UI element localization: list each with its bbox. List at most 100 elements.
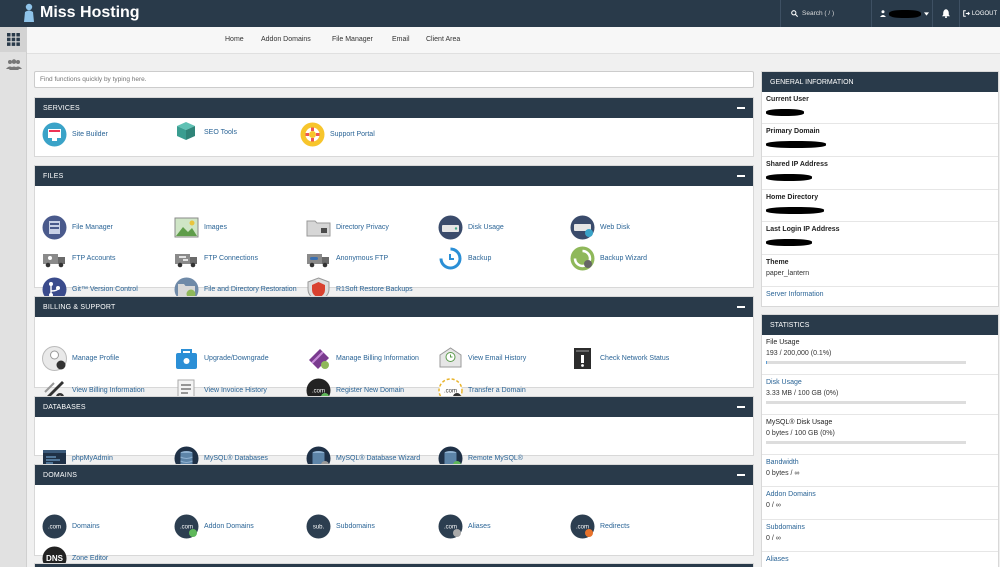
general-information-panel: GENERAL INFORMATION Current User Primary… xyxy=(761,71,999,307)
usage-bar xyxy=(766,401,966,404)
aliases-icon: .com xyxy=(438,514,463,538)
collapse-icon[interactable] xyxy=(737,175,745,177)
tool-subdomains[interactable]: sub. Subdomains xyxy=(306,513,436,539)
nav-addon-domains[interactable]: Addon Domains xyxy=(261,36,311,43)
brand-name: Miss Hosting xyxy=(40,4,140,21)
tool-ftp-connections[interactable]: FTP Connections xyxy=(174,245,304,271)
tool-manage-billing-information[interactable]: Manage Billing Information xyxy=(306,345,446,371)
user-menu[interactable] xyxy=(872,0,932,27)
tool-manage-profile[interactable]: Manage Profile xyxy=(42,345,172,371)
images-icon xyxy=(174,217,199,237)
theme-row: Theme paper_lantern xyxy=(762,255,998,287)
tool-domains[interactable]: .com Domains xyxy=(42,513,172,539)
function-search-input[interactable] xyxy=(34,71,754,88)
services-header[interactable]: SERVICES xyxy=(35,98,753,118)
shared-ip-row: Shared IP Address xyxy=(762,157,998,190)
manage-profile-icon xyxy=(42,345,67,371)
tool-backup[interactable]: Backup xyxy=(438,245,568,271)
nav-home[interactable]: Home xyxy=(225,36,244,43)
redacted-value xyxy=(766,207,824,214)
section-title: SERVICES xyxy=(43,104,80,112)
directory-privacy-icon xyxy=(306,220,331,236)
email-history-icon xyxy=(439,346,462,367)
server-information-link[interactable]: Server Information xyxy=(766,291,994,298)
tool-upgrade-downgrade[interactable]: Upgrade/Downgrade xyxy=(174,345,304,371)
redacted-value xyxy=(766,141,826,148)
tool-support-portal[interactable]: Support Portal xyxy=(300,121,430,147)
billing-card-icon xyxy=(309,348,329,369)
stat-addon-domains: Addon Domains 0 / ∞ xyxy=(762,487,998,520)
site-builder-icon xyxy=(42,122,67,146)
services-panel: SERVICES Site Builder SEO Tools Support … xyxy=(34,97,754,157)
nav-file-manager[interactable]: File Manager xyxy=(332,36,373,43)
nav-email[interactable]: Email xyxy=(392,36,410,43)
tool-images[interactable]: Images xyxy=(174,214,304,240)
databases-header[interactable]: DATABASES xyxy=(35,397,753,417)
sidebar-tools-button[interactable] xyxy=(0,27,27,52)
home-directory-row: Home Directory xyxy=(762,190,998,222)
next-section-panel xyxy=(34,563,754,567)
databases-panel: DATABASES phpMyAdmin MySQL® Databases My… xyxy=(34,396,754,470)
current-user-row: Current User xyxy=(762,92,998,124)
collapse-icon[interactable] xyxy=(737,107,745,109)
stat-disk-usage: Disk Usage 3.33 MB / 100 GB (0%) xyxy=(762,375,998,415)
top-bar: Miss Hosting Search ( / ) LOGOUT xyxy=(0,0,1000,27)
theme-value: paper_lantern xyxy=(766,270,810,277)
logout-label: LOGOUT xyxy=(971,10,998,17)
tool-redirects[interactable]: .com Redirects xyxy=(570,513,700,539)
svg-text:sub.: sub. xyxy=(313,524,325,530)
tool-site-builder[interactable]: Site Builder xyxy=(42,121,172,147)
top-search-button[interactable]: Search ( / ) xyxy=(781,0,871,27)
nav-client-area[interactable]: Client Area xyxy=(426,36,460,43)
tool-seo-tools[interactable]: SEO Tools xyxy=(174,119,304,145)
tool-ftp-accounts[interactable]: FTP Accounts xyxy=(42,245,172,271)
ftp-connections-icon xyxy=(175,253,197,267)
tool-aliases[interactable]: .com Aliases xyxy=(438,513,568,539)
tool-addon-domains[interactable]: .com Addon Domains xyxy=(174,513,304,539)
tool-web-disk[interactable]: Web Disk xyxy=(570,214,700,240)
sidebar-users-button[interactable] xyxy=(0,52,27,77)
primary-domain-row: Primary Domain xyxy=(762,124,998,157)
statistics-panel: STATISTICS File Usage 193 / 200,000 (0.1… xyxy=(761,314,999,567)
collapse-icon[interactable] xyxy=(737,306,745,308)
stat-file-usage: File Usage 193 / 200,000 (0.1%) xyxy=(762,335,998,375)
tool-check-network-status[interactable]: Check Network Status xyxy=(570,345,700,371)
brand-logo[interactable]: Miss Hosting xyxy=(22,3,140,23)
support-portal-icon xyxy=(300,122,325,146)
disk-usage-icon xyxy=(438,215,463,239)
tool-view-email-history[interactable]: View Email History xyxy=(438,345,568,371)
billing-support-panel: BILLING & SUPPORT Manage Profile Upgrade… xyxy=(34,296,754,403)
files-header[interactable]: FILES xyxy=(35,166,753,186)
file-manager-icon xyxy=(42,215,67,239)
domains-header[interactable]: DOMAINS xyxy=(35,465,753,485)
redacted-value xyxy=(766,174,812,181)
files-panel: FILES File Manager Images Directory Priv… xyxy=(34,165,754,302)
tool-file-manager[interactable]: File Manager xyxy=(42,214,172,240)
usage-bar xyxy=(766,361,966,364)
redirects-icon: .com xyxy=(570,514,595,538)
tool-directory-privacy[interactable]: Directory Privacy xyxy=(306,214,436,240)
collapse-icon[interactable] xyxy=(737,474,745,476)
domains-icon: .com xyxy=(42,514,67,538)
last-login-ip-row: Last Login IP Address xyxy=(762,222,998,255)
stat-bandwidth: Bandwidth 0 bytes / ∞ xyxy=(762,455,998,487)
tool-anonymous-ftp[interactable]: Anonymous FTP xyxy=(306,245,436,271)
bell-icon xyxy=(942,9,950,18)
caret-down-icon xyxy=(924,11,929,16)
backup-icon xyxy=(438,246,463,270)
logout-button[interactable]: LOGOUT xyxy=(960,0,1000,27)
billing-support-header[interactable]: BILLING & SUPPORT xyxy=(35,297,753,317)
tool-backup-wizard[interactable]: Backup Wizard xyxy=(570,245,700,271)
stat-subdomains: Subdomains 0 / ∞ xyxy=(762,520,998,552)
subdomains-icon: sub. xyxy=(306,514,331,538)
top-search-label: Search ( / ) xyxy=(802,10,835,17)
collapse-icon[interactable] xyxy=(737,406,745,408)
svg-text:DNS: DNS xyxy=(46,554,64,563)
section-title: FILES xyxy=(43,172,64,180)
general-information-header: GENERAL INFORMATION xyxy=(762,72,998,92)
tool-disk-usage[interactable]: Disk Usage xyxy=(438,214,568,240)
notifications-button[interactable] xyxy=(933,0,959,27)
section-title: BILLING & SUPPORT xyxy=(43,303,116,311)
main-nav: Home Addon Domains File Manager Email Cl… xyxy=(27,27,1000,54)
user-icon xyxy=(880,10,886,17)
